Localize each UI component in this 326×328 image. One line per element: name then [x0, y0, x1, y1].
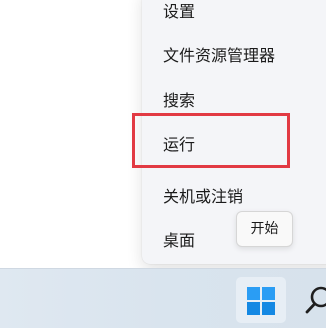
menu-item-settings[interactable]: 设置	[163, 2, 195, 22]
start-button[interactable]	[236, 277, 286, 323]
start-tooltip: 开始	[236, 211, 293, 247]
menu-item-file-explorer[interactable]: 文件资源管理器	[163, 46, 275, 66]
taskbar-search-button[interactable]	[298, 277, 326, 323]
menu-item-run[interactable]: 运行	[163, 135, 195, 155]
menu-item-search[interactable]: 搜索	[163, 91, 195, 111]
menu-item-desktop[interactable]: 桌面	[163, 231, 195, 251]
windows-logo-icon	[247, 287, 275, 315]
search-icon	[305, 286, 326, 314]
start-context-menu: 设置 文件资源管理器 搜索 运行 关机或注销 桌面	[142, 0, 326, 264]
taskbar	[0, 268, 326, 328]
menu-item-shutdown-signout[interactable]: 关机或注销	[163, 187, 243, 207]
